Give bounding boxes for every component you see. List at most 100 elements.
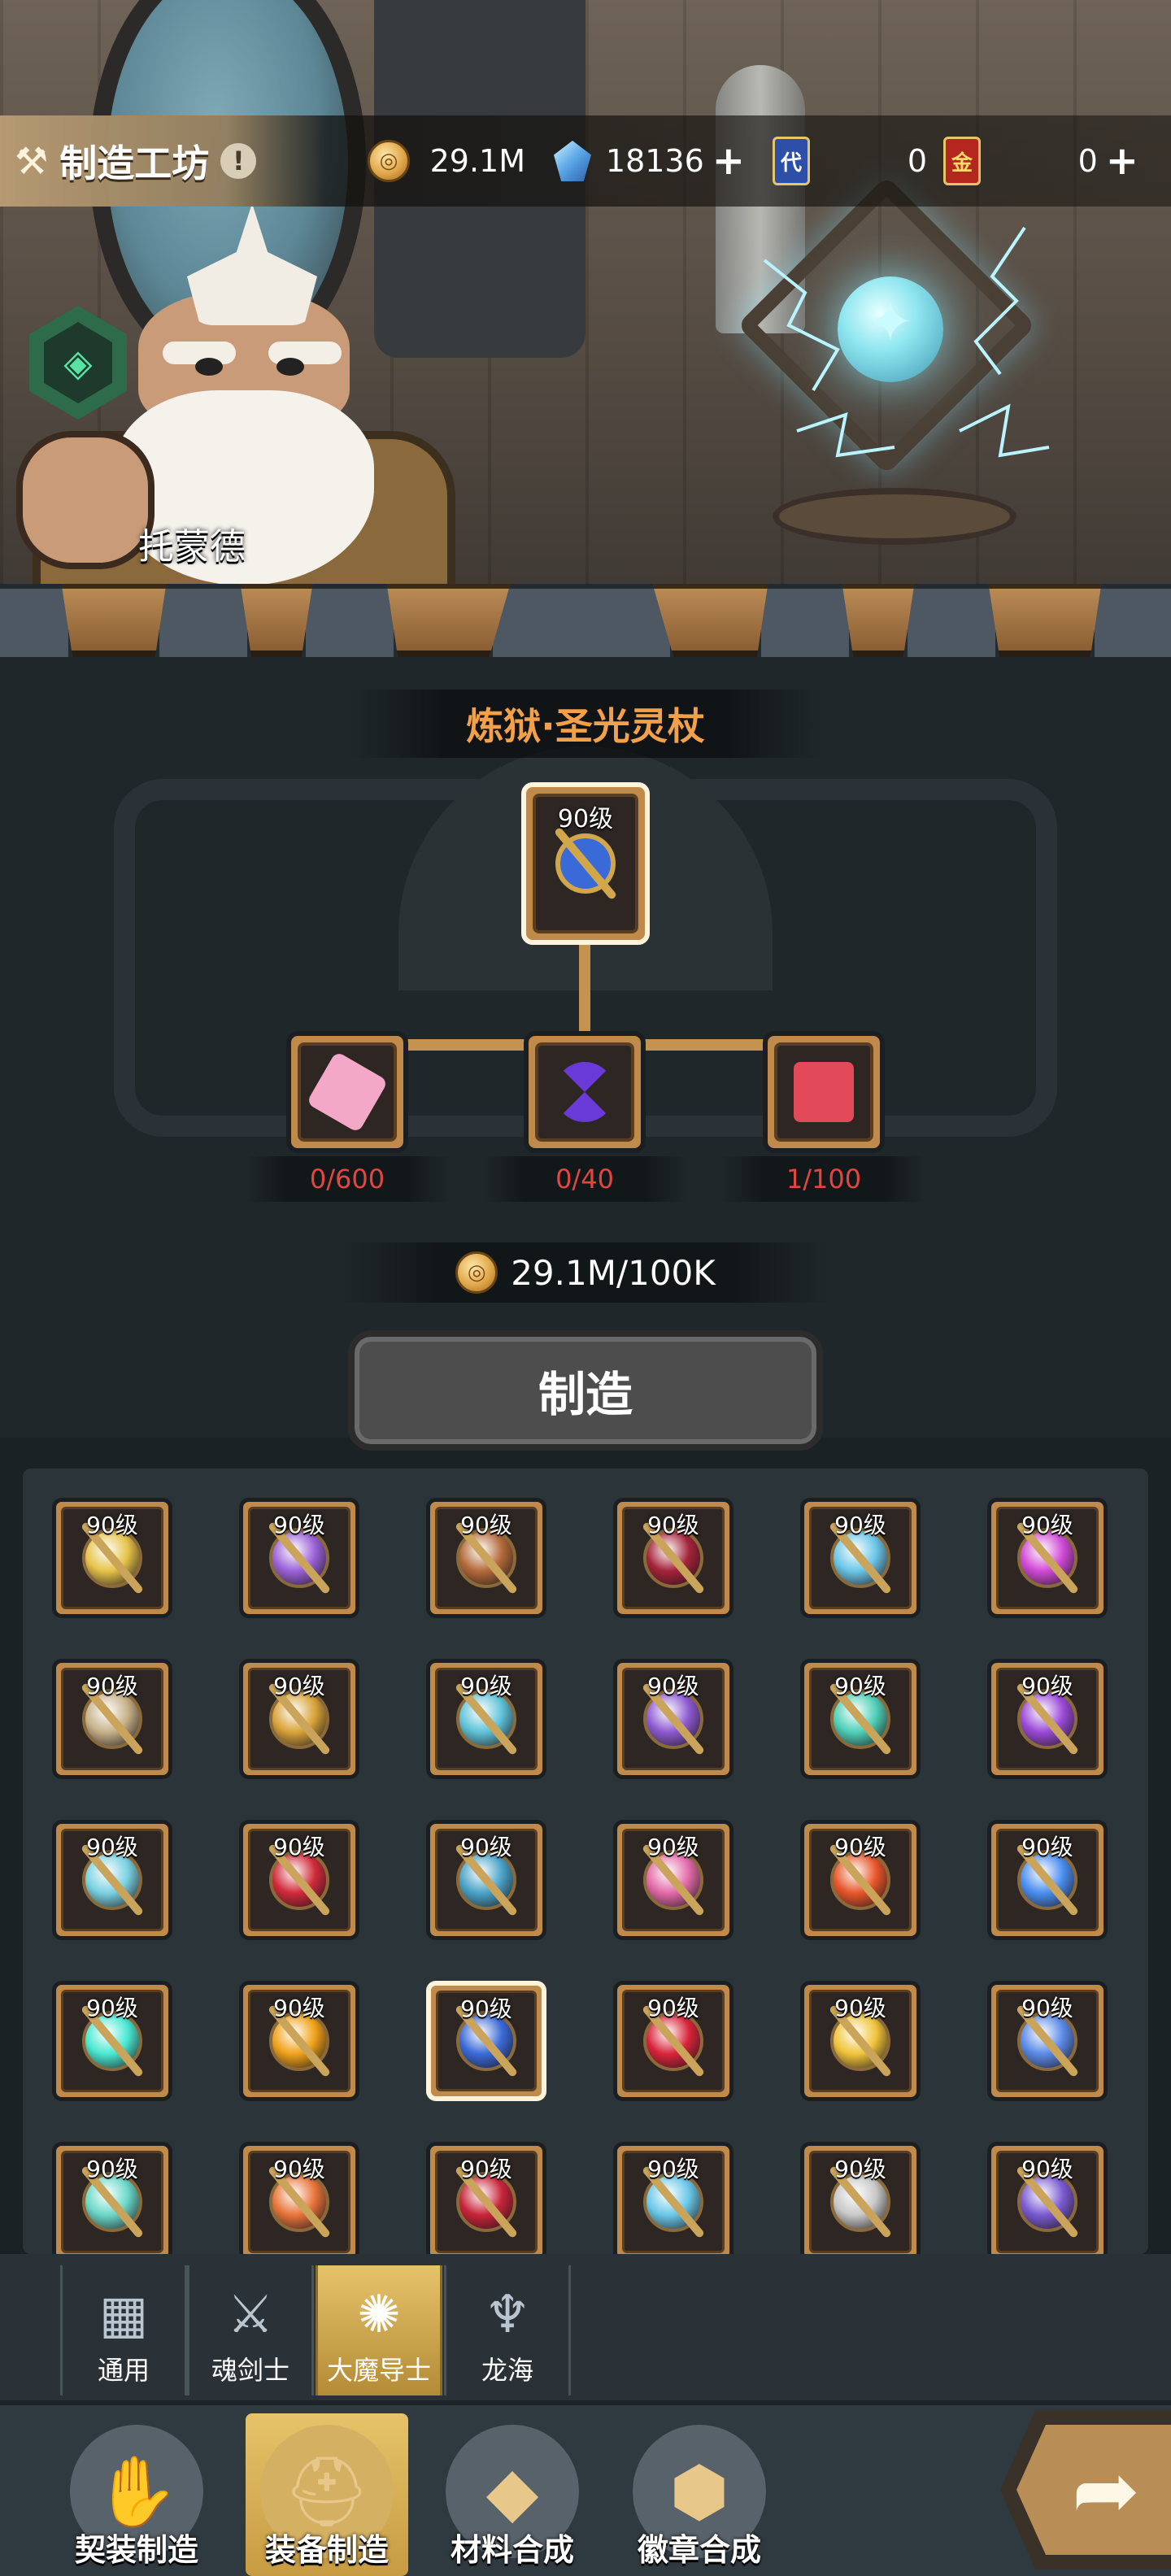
item-level: 90级 bbox=[86, 1673, 138, 1699]
item-slot[interactable]: 90级 bbox=[987, 1820, 1108, 1940]
currency-gold: ◎ 29.1M bbox=[366, 138, 529, 184]
gem-cluster-icon bbox=[777, 1046, 870, 1138]
item-level: 90级 bbox=[834, 2156, 886, 2182]
item-slot[interactable]: 90级 bbox=[239, 1981, 359, 2101]
target-item-level: 90级 bbox=[557, 805, 614, 833]
material-count-3: 1/100 bbox=[722, 1156, 925, 1202]
item-slot[interactable]: 90级 bbox=[426, 1820, 546, 1940]
craft-cost: ◎ 29.1M/100K bbox=[342, 1242, 829, 1303]
item-slot[interactable]: 90级 bbox=[239, 1820, 359, 1940]
target-item-slot[interactable]: 90级 bbox=[521, 782, 650, 945]
item-level: 90级 bbox=[647, 1995, 699, 2021]
item-slot[interactable]: 90级 bbox=[52, 1498, 172, 1618]
trident-icon: ♆ bbox=[484, 2285, 531, 2345]
info-icon[interactable]: ! bbox=[220, 143, 257, 179]
item-level: 90级 bbox=[647, 2156, 699, 2182]
tab-general[interactable]: ▦ 通用 bbox=[60, 2265, 187, 2395]
item-level: 90级 bbox=[1021, 1995, 1073, 2021]
item-level: 90级 bbox=[460, 1995, 512, 2022]
item-slot[interactable]: 90级 bbox=[426, 2142, 546, 2254]
gold-value: 29.1M bbox=[429, 143, 525, 179]
item-slot[interactable]: 90级 bbox=[613, 1498, 734, 1618]
craft-button[interactable]: 制造 bbox=[348, 1330, 823, 1451]
nav-equipment-crafting[interactable]: ⛑ 装备制造 bbox=[246, 2413, 408, 2576]
item-level: 90级 bbox=[834, 1673, 886, 1699]
recipe-title: 炼狱·圣光灵杖 bbox=[350, 690, 821, 758]
npc-hair bbox=[187, 203, 317, 325]
nav-contract-crafting[interactable]: ✋ 契装制造 bbox=[55, 2413, 218, 2576]
rail-bracket bbox=[155, 584, 252, 662]
workshop-scene: ✦ ◈ 托蒙德 bbox=[0, 0, 1171, 618]
item-level: 90级 bbox=[86, 1995, 138, 2021]
tab-soul-swordsman[interactable]: ⚔ 魂剑士 bbox=[187, 2265, 314, 2395]
item-slot[interactable]: 90级 bbox=[987, 1981, 1108, 2101]
item-slot[interactable]: 90级 bbox=[800, 1820, 921, 1940]
npc-fist bbox=[16, 431, 155, 569]
class-tab-bar: ▦ 通用 ⚔ 魂剑士 ✺ 大魔导士 ♆ 龙海 bbox=[0, 2254, 1171, 2400]
rail-bracket bbox=[488, 584, 675, 662]
item-slot[interactable]: 90级 bbox=[987, 2142, 1108, 2254]
item-level: 90级 bbox=[273, 1673, 325, 1699]
item-slot[interactable]: 90级 bbox=[52, 1981, 172, 2101]
item-slot[interactable]: 90级 bbox=[239, 1659, 359, 1779]
item-level: 90级 bbox=[460, 2156, 512, 2182]
npc-name: 托蒙德 bbox=[138, 526, 246, 568]
item-slot[interactable]: 90级 bbox=[613, 1820, 734, 1940]
item-slot[interactable]: 90级 bbox=[426, 1659, 546, 1779]
add-crystal-button[interactable]: + bbox=[712, 141, 745, 181]
item-level: 90级 bbox=[460, 1512, 512, 1538]
craft-cost-value: 29.1M/100K bbox=[511, 1252, 716, 1293]
item-slot[interactable]: 90级 bbox=[800, 1659, 921, 1779]
lightning-effect bbox=[763, 226, 1050, 458]
item-slot[interactable]: 90级 bbox=[52, 1659, 172, 1779]
tab-archmage[interactable]: ✺ 大魔导士 bbox=[316, 2265, 442, 2395]
magic-burst-icon: ✺ bbox=[357, 2285, 401, 2345]
rail-bracket bbox=[756, 584, 854, 662]
item-slot[interactable]: 90级 bbox=[52, 1820, 172, 1940]
red-card-value: 0 bbox=[1077, 143, 1098, 179]
nav-label: 徽章合成 bbox=[637, 2532, 761, 2568]
blue-card-value: 0 bbox=[907, 143, 927, 179]
item-slot[interactable]: 90级 bbox=[426, 1498, 546, 1618]
rail-bracket bbox=[1090, 584, 1171, 662]
npc-eye-right bbox=[276, 358, 304, 376]
item-level: 90级 bbox=[86, 2156, 138, 2182]
material-count-2: 0/40 bbox=[483, 1156, 686, 1202]
item-level: 90级 bbox=[1021, 1512, 1073, 1538]
item-level: 90级 bbox=[273, 1834, 325, 1860]
nav-material-synthesis[interactable]: ◆ 材料合成 bbox=[431, 2413, 594, 2576]
gold-coin-icon: ◎ bbox=[455, 1251, 498, 1294]
currency-crystal: 18136 + bbox=[550, 138, 745, 184]
item-slot[interactable]: 90级 bbox=[987, 1498, 1108, 1618]
item-slot[interactable]: 90级 bbox=[613, 2142, 734, 2254]
rail-bracket bbox=[0, 584, 73, 662]
workshop-title-block: ⚒ 制造工坊 ! bbox=[0, 115, 325, 207]
crystal-icon bbox=[553, 141, 591, 181]
item-level: 90级 bbox=[273, 1512, 325, 1538]
item-slot[interactable]: 90级 bbox=[239, 1498, 359, 1618]
item-slot[interactable]: 90级 bbox=[613, 1659, 734, 1779]
back-button[interactable]: ➦ bbox=[1000, 2410, 1171, 2569]
rune-icon: ◈ bbox=[44, 322, 112, 403]
item-slot[interactable]: 90级 bbox=[52, 2142, 172, 2254]
item-level: 90级 bbox=[1021, 1673, 1073, 1699]
item-slot[interactable]: 90级 bbox=[987, 1659, 1108, 1779]
tab-label: 大魔导士 bbox=[326, 2355, 431, 2386]
material-slot-2[interactable] bbox=[524, 1031, 646, 1153]
item-slot[interactable]: 90级 bbox=[426, 1981, 546, 2101]
item-slot[interactable]: 90级 bbox=[800, 2142, 921, 2254]
material-slot-3[interactable] bbox=[763, 1031, 885, 1153]
item-slot[interactable]: 90级 bbox=[800, 1498, 921, 1618]
item-slot[interactable]: 90级 bbox=[613, 1981, 734, 2101]
nav-label: 契装制造 bbox=[74, 2532, 198, 2568]
item-level: 90级 bbox=[647, 1673, 699, 1699]
item-slot[interactable]: 90级 bbox=[239, 2142, 359, 2254]
nav-badge-synthesis[interactable]: ⬢ 徽章合成 bbox=[618, 2413, 781, 2576]
item-slot[interactable]: 90级 bbox=[800, 1981, 921, 2101]
tab-dragon-sea[interactable]: ♆ 龙海 bbox=[444, 2265, 571, 2395]
return-arrow-icon: ➦ bbox=[1016, 2425, 1171, 2555]
item-level: 90级 bbox=[834, 1995, 886, 2021]
item-level: 90级 bbox=[834, 1834, 886, 1860]
add-red-card-button[interactable]: + bbox=[1106, 141, 1138, 181]
material-slot-1[interactable] bbox=[286, 1031, 408, 1153]
